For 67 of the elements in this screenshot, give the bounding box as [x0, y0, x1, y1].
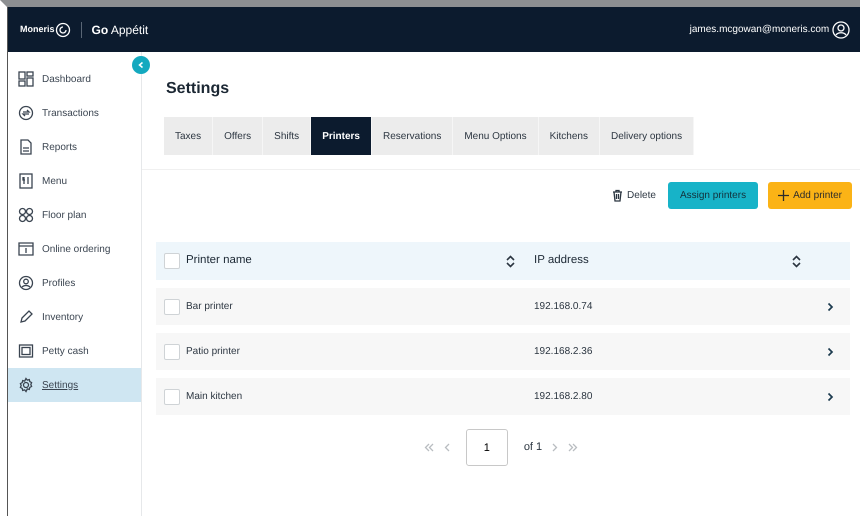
settings-tab[interactable]: Printers	[311, 117, 372, 155]
settings-tab[interactable]: Offers	[213, 117, 264, 155]
settings-tab[interactable]: Delivery options	[600, 117, 694, 155]
settings-tab[interactable]: Kitchens	[538, 117, 600, 155]
settings-tab[interactable]: Taxes	[164, 117, 214, 155]
user-avatar-icon[interactable]	[832, 20, 850, 38]
trash-icon	[612, 189, 624, 202]
column-header: IP address	[534, 253, 590, 268]
page-number-field[interactable]: 1	[466, 429, 508, 466]
storefront-icon	[18, 241, 34, 257]
chevron-right-icon[interactable]	[827, 392, 834, 402]
sidebar-item[interactable]: Reports	[8, 130, 141, 164]
first-page-icon[interactable]	[424, 443, 434, 452]
row-checkbox[interactable]	[164, 344, 180, 360]
pencil-icon	[18, 309, 34, 325]
sort-icon[interactable]	[505, 254, 516, 268]
select-all-checkbox[interactable]	[164, 253, 180, 269]
user-circle-icon	[18, 275, 34, 291]
table-row[interactable]: Main kitchen 192.168.2.80	[156, 378, 850, 415]
sidebar-item[interactable]: Settings	[8, 368, 141, 402]
document-icon	[18, 139, 34, 155]
sidebar-item[interactable]: Petty cash	[8, 334, 141, 368]
delete-button[interactable]: Delete	[612, 188, 656, 203]
swirl-logo-icon	[54, 22, 71, 38]
add-printer-button[interactable]: Add printer	[768, 182, 852, 209]
collapse-sidebar-button[interactable]	[132, 56, 150, 74]
assign-printers-button[interactable]: Assign printers	[668, 182, 758, 209]
chevron-left-icon	[137, 61, 145, 69]
printer-name: Patio printer	[186, 345, 240, 359]
plus-icon	[778, 190, 790, 201]
dashboard-icon	[18, 71, 34, 87]
row-checkbox[interactable]	[164, 298, 180, 314]
sidebar-item[interactable]: Transactions	[8, 96, 141, 130]
menu-card-icon	[18, 173, 34, 189]
printer-name: Bar printer	[186, 300, 233, 314]
sidebar-item[interactable]: Inventory	[8, 300, 141, 334]
sidebar-item[interactable]: Profiles	[8, 266, 141, 300]
settings-tab[interactable]: Menu Options	[453, 117, 539, 155]
circles-grid-icon	[18, 207, 34, 223]
page-title: Settings	[166, 79, 230, 99]
last-page-icon[interactable]	[568, 443, 578, 452]
sidebar-item[interactable]: Dashboard	[8, 62, 141, 96]
settings-tab[interactable]: Shifts	[263, 117, 312, 155]
previous-page-icon[interactable]	[444, 443, 450, 452]
chevron-right-icon[interactable]	[827, 302, 834, 312]
gear-icon	[18, 377, 34, 393]
column-header: Printer name	[186, 253, 253, 268]
page-count: of 1	[524, 440, 542, 456]
ip-address: 192.168.2.36	[534, 345, 594, 359]
ip-address: 192.168.2.80	[534, 390, 594, 404]
cash-box-icon	[18, 343, 34, 359]
product-name: Go Appétit	[92, 22, 148, 38]
sidebar-item[interactable]: Floor plan	[8, 198, 141, 232]
settings-tab[interactable]: Reservations	[372, 117, 454, 155]
printer-name: Main kitchen	[186, 390, 242, 404]
row-checkbox[interactable]	[164, 388, 180, 404]
sidebar-item[interactable]: Online ordering	[8, 232, 141, 266]
sort-icon[interactable]	[791, 254, 802, 268]
table-row[interactable]: Patio printer 192.168.2.36	[156, 333, 850, 370]
transfer-arrows-icon	[18, 105, 34, 121]
next-page-icon[interactable]	[552, 443, 558, 452]
table-row[interactable]: Bar printer 192.168.0.74	[156, 288, 850, 325]
chevron-right-icon[interactable]	[827, 346, 834, 356]
sidebar-item[interactable]: Menu	[8, 164, 141, 198]
user-email: james.mcgowan@moneris.com	[690, 23, 830, 37]
brand-name: Moneris	[20, 22, 55, 36]
ip-address: 192.168.0.74	[534, 300, 594, 314]
